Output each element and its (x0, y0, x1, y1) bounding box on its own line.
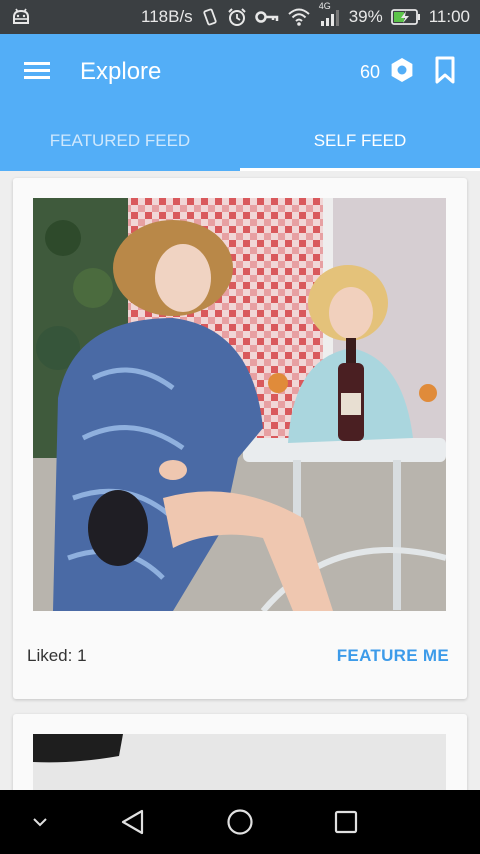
alarm-icon (227, 7, 247, 27)
signal-icon: 4G (319, 1, 341, 27)
back-triangle-icon[interactable] (120, 808, 146, 836)
wifi-icon (287, 7, 311, 27)
system-nav-bar (0, 790, 480, 854)
app-bar: Explore 60 FEATURED FEED SELF FEED (0, 34, 480, 171)
bookmark-icon[interactable] (434, 56, 456, 89)
toolbar-actions: 60 (360, 56, 456, 89)
hexagon-coin-icon[interactable] (388, 56, 416, 89)
coin-count: 60 (359, 61, 380, 82)
feature-me-button[interactable]: FEATURE ME (337, 646, 449, 666)
recents-square-icon[interactable] (334, 810, 358, 834)
battery-percent: 39% (348, 7, 383, 26)
status-bar: 118B/s 4G 39% 11:00 (0, 0, 480, 34)
feed-card[interactable] (13, 714, 467, 790)
vibrate-icon (201, 7, 219, 27)
network-type: 4G (318, 1, 331, 11)
hamburger-menu-icon[interactable] (24, 60, 50, 85)
page-title: Explore (80, 58, 162, 85)
network-speed: 118B/s (141, 7, 193, 26)
feed-list[interactable]: Liked: 1 FEATURE ME (0, 171, 480, 790)
chevron-down-icon[interactable] (32, 817, 48, 827)
card-footer: Liked: 1 FEATURE ME (27, 646, 449, 666)
post-photo[interactable] (33, 734, 446, 790)
key-icon (254, 9, 279, 25)
toolbar: Explore 60 (0, 34, 480, 110)
tab-bar: FEATURED FEED SELF FEED (0, 110, 480, 171)
battery-charging-icon (390, 8, 421, 26)
tab-featured-feed[interactable]: FEATURED FEED (0, 110, 240, 171)
post-photo[interactable] (33, 198, 446, 611)
home-circle-icon[interactable] (226, 808, 254, 836)
liked-count: Liked: 1 (27, 646, 87, 665)
android-icon (10, 7, 32, 27)
tab-self-feed[interactable]: SELF FEED (240, 110, 480, 171)
feed-card[interactable]: Liked: 1 FEATURE ME (13, 178, 467, 699)
clock: 11:00 (428, 7, 470, 26)
